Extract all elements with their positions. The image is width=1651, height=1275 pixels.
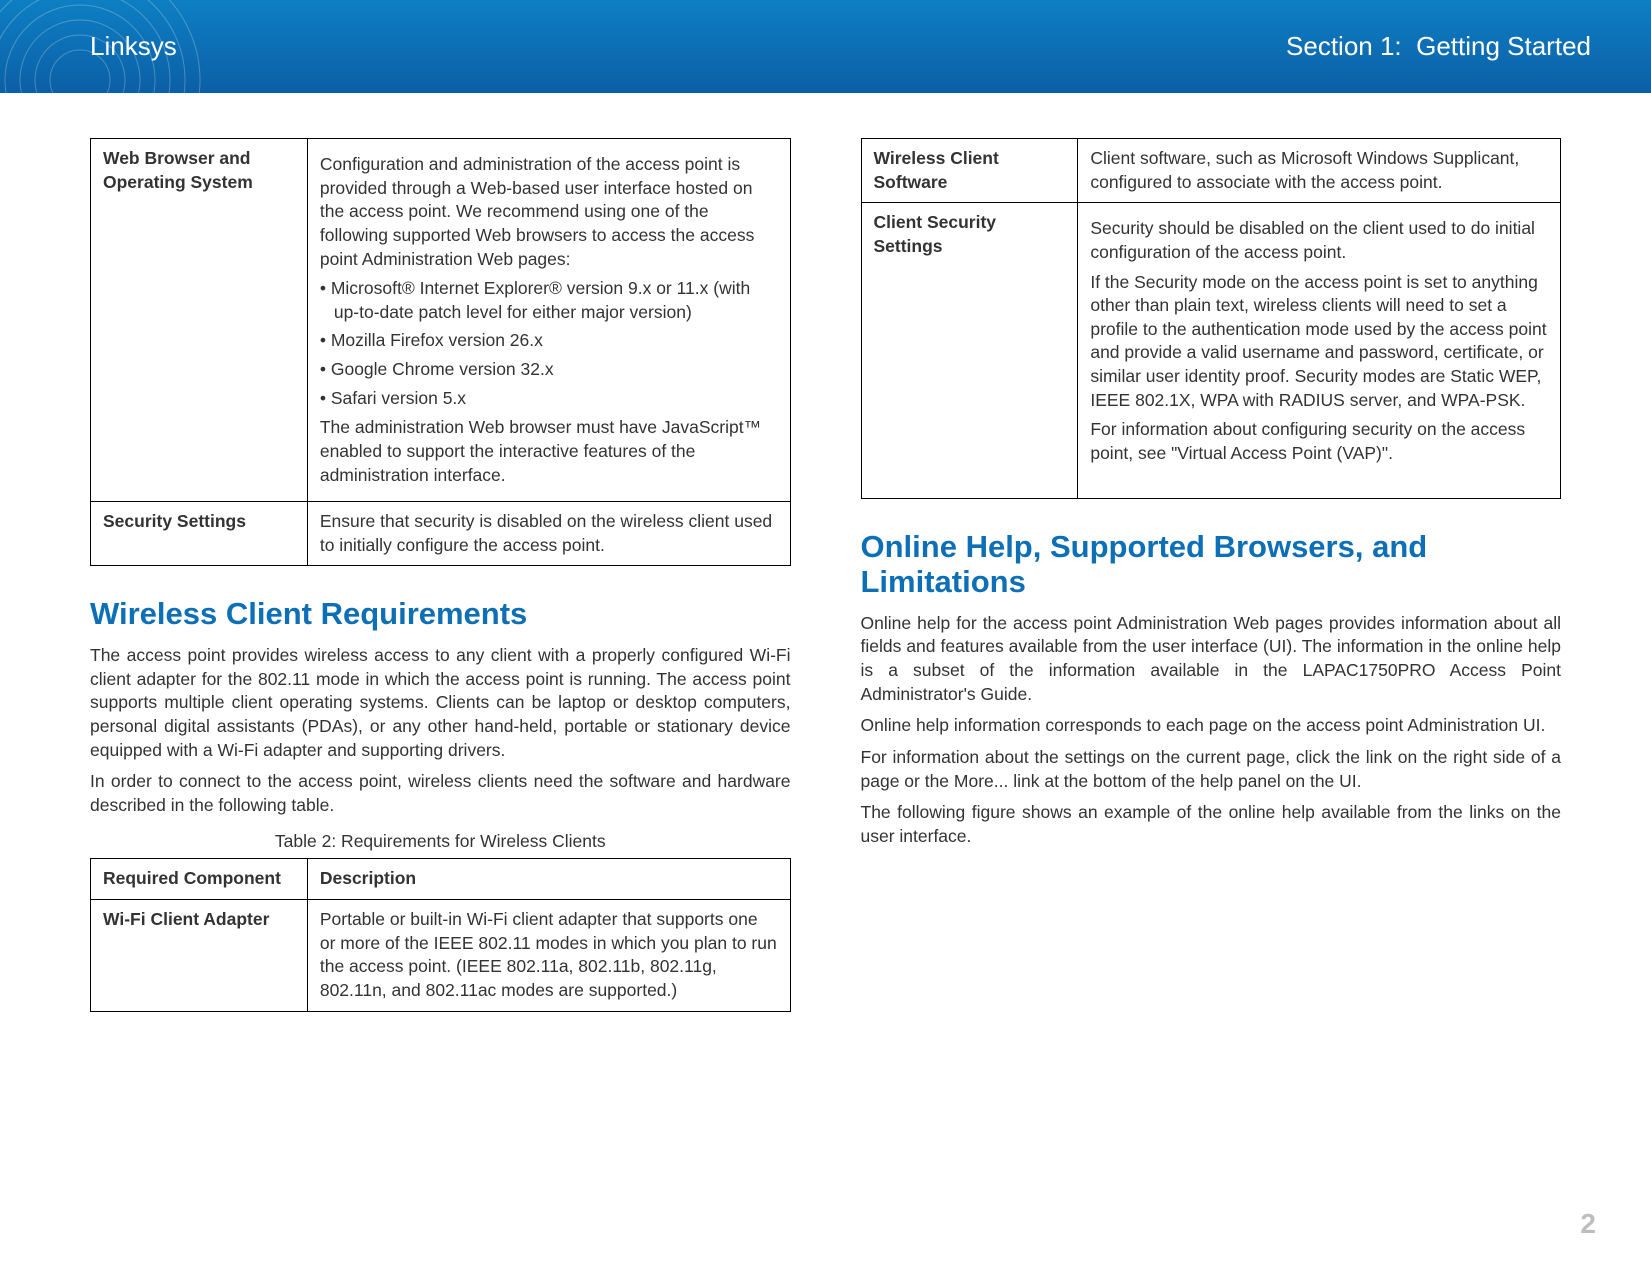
- page-header: Linksys Section 1: Getting Started: [0, 0, 1651, 93]
- paragraph: For information about the settings on th…: [861, 746, 1562, 793]
- heading-wireless-client-req: Wireless Client Requirements: [90, 596, 791, 632]
- left-column: Web Browser and Operating System Configu…: [90, 138, 791, 1012]
- wireless-client-req-table: Required Component Description Wi-Fi Cli…: [90, 858, 791, 1011]
- section-prefix: Section 1:: [1286, 31, 1402, 61]
- paragraph: Online help information corresponds to e…: [861, 714, 1562, 738]
- table-header-row: Required Component Description: [91, 859, 791, 900]
- page-number: 2: [1580, 1208, 1596, 1240]
- admin-requirements-table: Web Browser and Operating System Configu…: [90, 138, 791, 566]
- paragraph: Security should be disabled on the clien…: [1090, 217, 1548, 264]
- table-row: Security Settings Ensure that security i…: [91, 502, 791, 566]
- row-desc: Configuration and administration of the …: [307, 139, 790, 502]
- row-label: Web Browser and Operating System: [91, 139, 308, 502]
- row-desc: Ensure that security is disabled on the …: [307, 502, 790, 566]
- list-item: Google Chrome version 32.x: [320, 358, 778, 382]
- table-row: Wi-Fi Client Adapter Portable or built-i…: [91, 900, 791, 1012]
- row-desc: Client software, such as Microsoft Windo…: [1078, 139, 1561, 203]
- row-desc: Security should be disabled on the clien…: [1078, 203, 1561, 498]
- heading-online-help: Online Help, Supported Browsers, and Lim…: [861, 529, 1562, 600]
- list-item: Mozilla Firefox version 26.x: [320, 329, 778, 353]
- table-caption: Table 2: Requirements for Wireless Clien…: [90, 831, 791, 852]
- table-row: Client Security Settings Security should…: [861, 203, 1561, 498]
- row-label: Client Security Settings: [861, 203, 1078, 498]
- brand-logo: Linksys: [90, 31, 177, 62]
- wireless-client-req-table-cont: Wireless Client Software Client software…: [861, 138, 1562, 499]
- right-column: Wireless Client Software Client software…: [861, 138, 1562, 1012]
- section-title: Getting Started: [1416, 31, 1591, 61]
- spacer: [1090, 472, 1548, 490]
- col-header: Required Component: [91, 859, 308, 900]
- browser-list: Microsoft® Internet Explorer® version 9.…: [320, 277, 778, 410]
- paragraph: For information about configuring securi…: [1090, 418, 1548, 465]
- section-label: Section 1: Getting Started: [1286, 31, 1591, 62]
- paragraph: The administration Web browser must have…: [320, 416, 778, 487]
- list-item: Microsoft® Internet Explorer® version 9.…: [320, 277, 778, 324]
- row-label: Wi-Fi Client Adapter: [91, 900, 308, 1012]
- page-body: Web Browser and Operating System Configu…: [0, 93, 1651, 1052]
- paragraph: Online help for the access point Adminis…: [861, 612, 1562, 707]
- table-row: Web Browser and Operating System Configu…: [91, 139, 791, 502]
- row-label: Wireless Client Software: [861, 139, 1078, 203]
- paragraph: The access point provides wireless acces…: [90, 644, 791, 762]
- col-header: Description: [307, 859, 790, 900]
- table-row: Wireless Client Software Client software…: [861, 139, 1561, 203]
- row-label: Security Settings: [91, 502, 308, 566]
- paragraph: Configuration and administration of the …: [320, 153, 778, 271]
- list-item: Safari version 5.x: [320, 387, 778, 411]
- row-desc: Portable or built-in Wi-Fi client adapte…: [307, 900, 790, 1012]
- paragraph: In order to connect to the access point,…: [90, 770, 791, 817]
- paragraph: The following figure shows an example of…: [861, 801, 1562, 848]
- paragraph: If the Security mode on the access point…: [1090, 271, 1548, 413]
